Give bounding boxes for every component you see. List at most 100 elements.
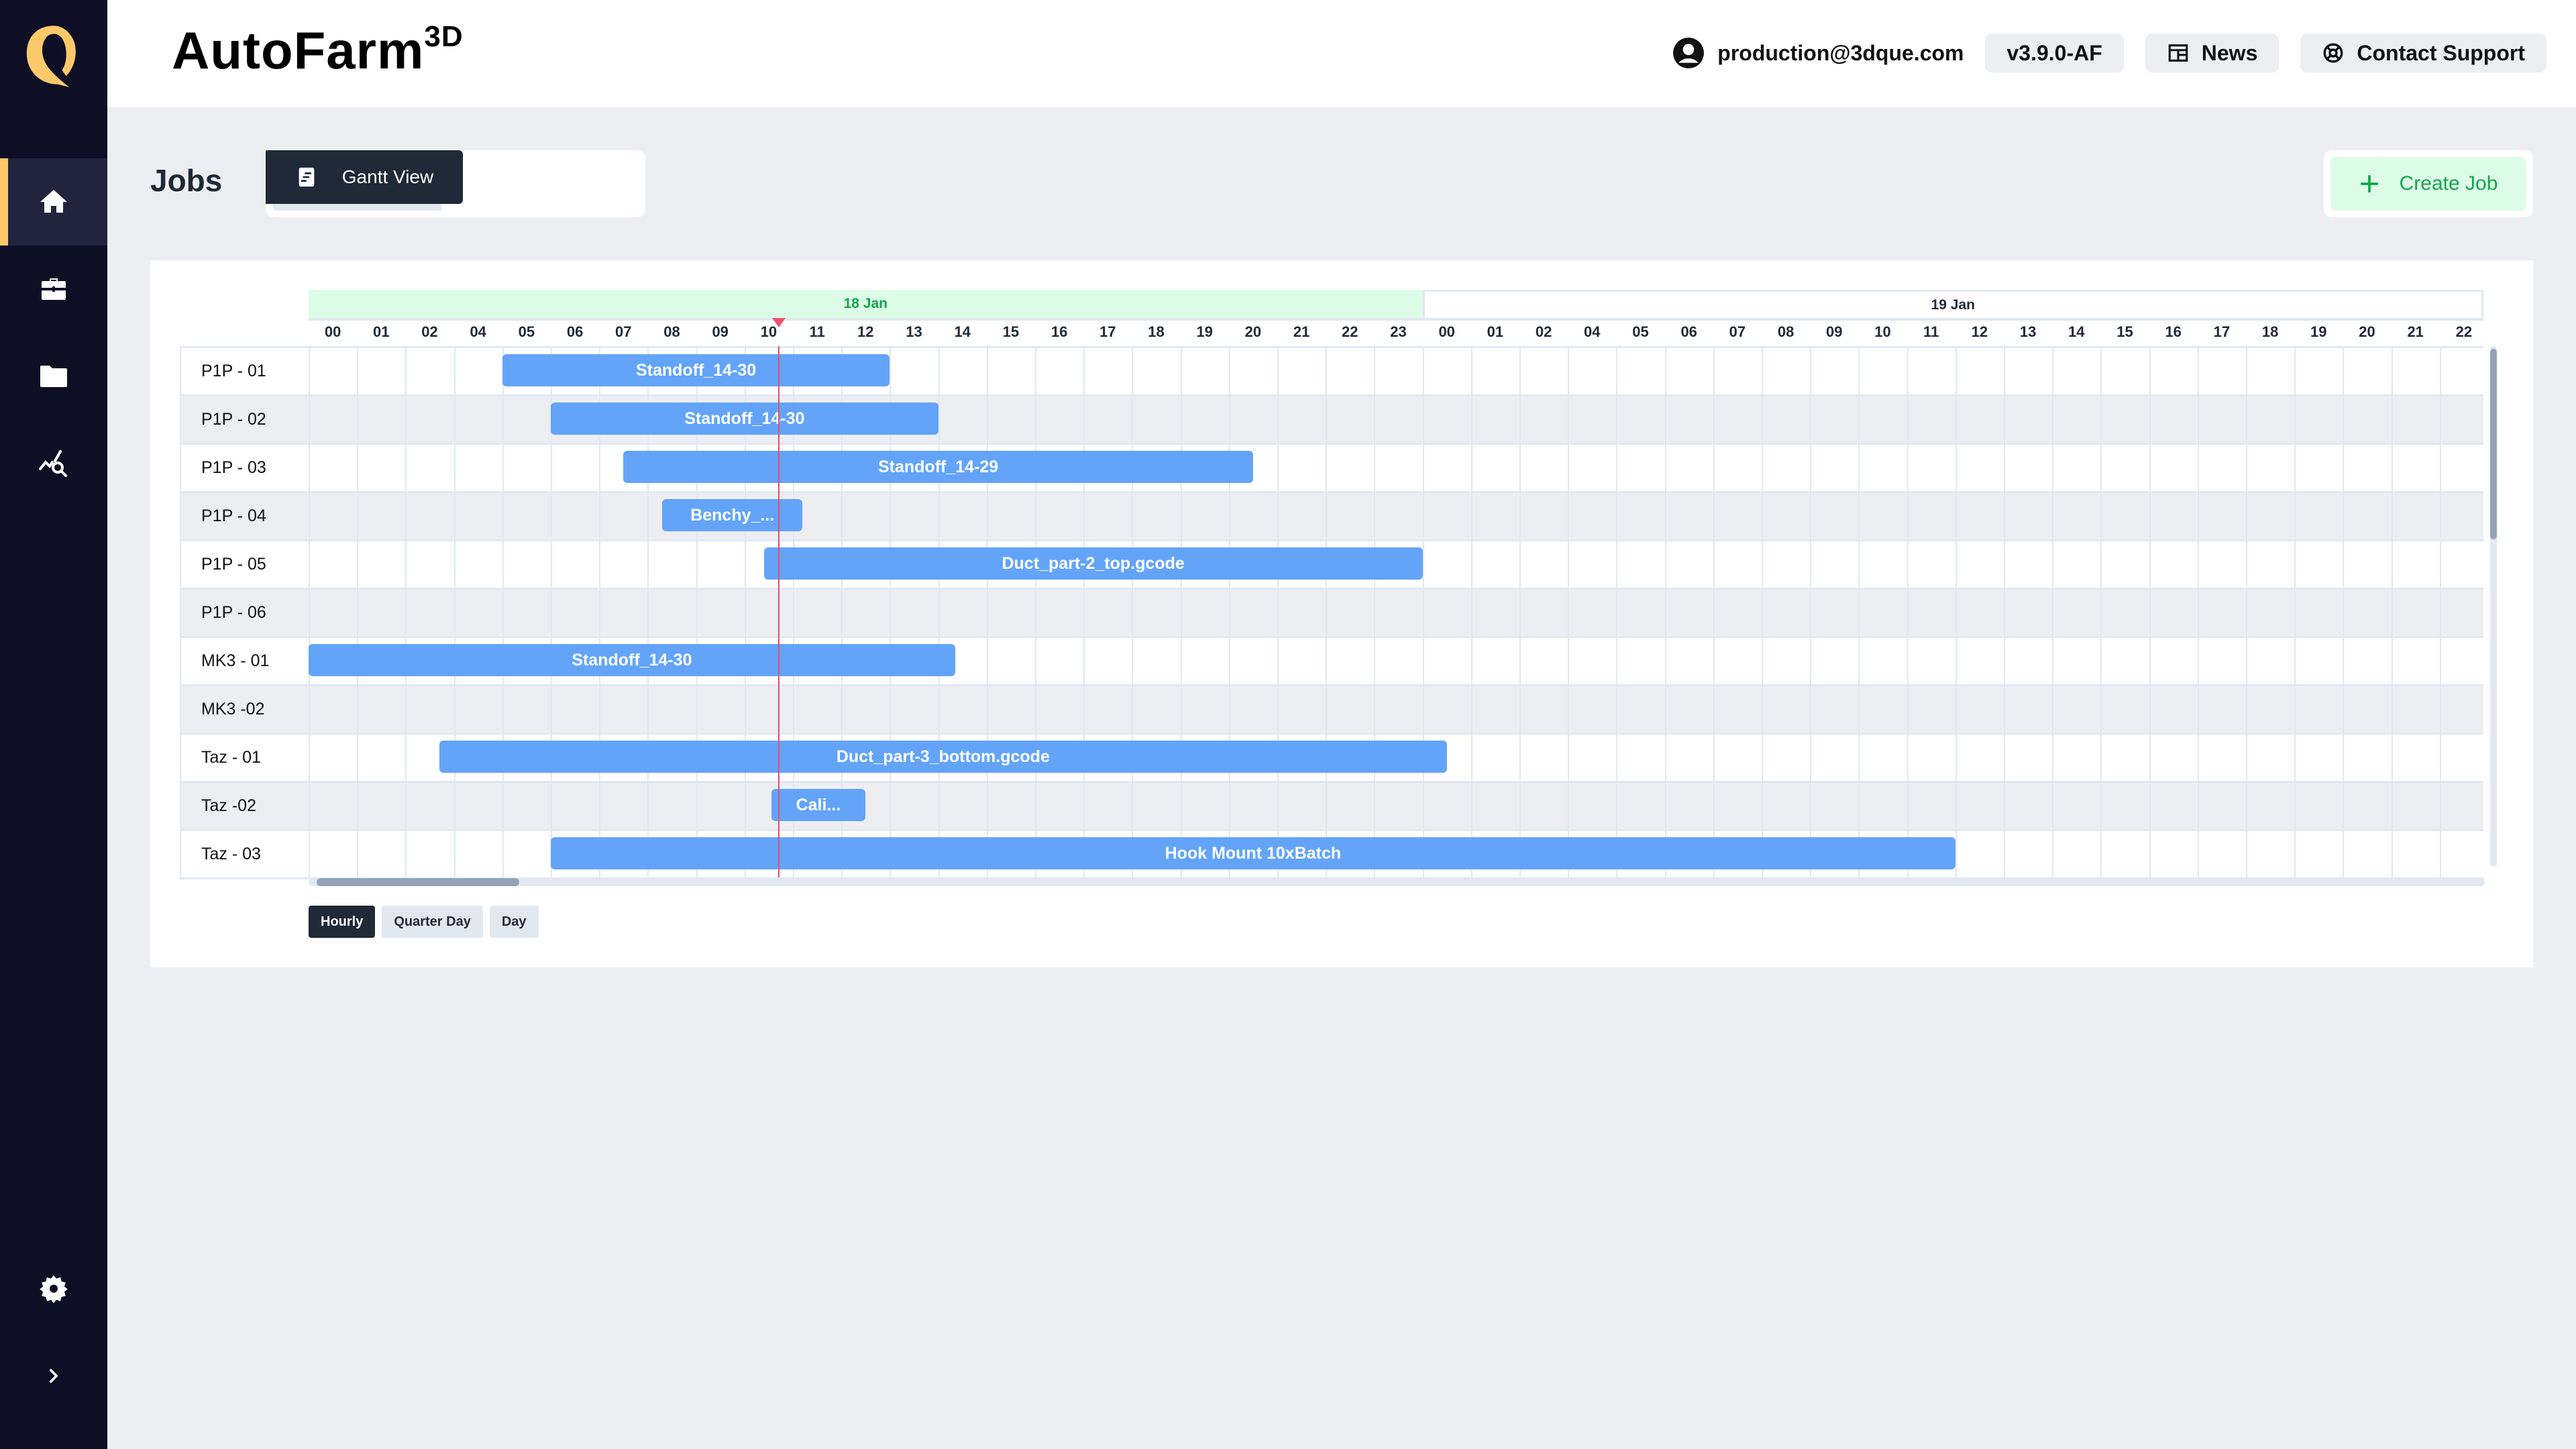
user-icon [1673,38,1705,68]
grid-column-line [1762,346,1763,877]
current-time-line [778,346,780,877]
grid-column-line [2439,346,2441,877]
home-icon [40,190,67,213]
printer-label: MK3 -02 [201,700,265,718]
sidebar-item-home[interactable] [0,158,107,246]
grid-column-line [1616,346,1618,877]
grid-column-line [2004,346,2005,877]
gantt-icon [299,167,315,187]
hour-header-divider [309,318,2483,343]
autofarm-logo[interactable] [19,20,89,90]
sidebar-item-jobs[interactable] [0,246,107,333]
job-bar[interactable]: Duct_part-3_bottom.gcode [439,741,1447,773]
timescale-quarter-day-button[interactable]: Quarter Day [382,906,483,938]
chart-search-icon [39,450,67,477]
vertical-scrollbar[interactable] [2490,346,2497,867]
user-email: production@3dque.com [1717,40,1964,65]
label-column-divider [309,346,310,877]
grid-column-line [453,346,455,877]
horizontal-scrollbar[interactable] [309,878,2485,886]
printer-label: MK3 - 01 [201,651,270,670]
grid-column-line [1858,346,1860,877]
grid-column-line [405,346,407,877]
grid-column-line [1810,346,1812,877]
grid-column-line [1277,346,1279,877]
vertical-scrollbar-thumb[interactable] [2490,349,2497,539]
grid-column-line [2343,346,2345,877]
timescale-day-button[interactable]: Day [489,906,539,938]
grid-column-line [1713,346,1715,877]
app-title-superscript: 3D [424,20,464,53]
sidebar [0,0,107,1449]
grid-column-line [1907,346,1909,877]
job-bar[interactable]: Standoff_14-30 [502,354,890,386]
grid-column-line [2197,346,2199,877]
printer-label: P1P - 06 [201,603,266,622]
app-title: AutoFarm3D [172,20,464,81]
create-job-button[interactable]: Create Job [2330,157,2526,211]
grid-column-line [1422,346,1424,877]
job-bar[interactable]: Benchy_... [662,499,803,531]
grid-column-line [1955,346,1957,877]
grid-column-line [2149,346,2151,877]
news-button[interactable]: News [2145,34,2279,72]
current-time-marker [772,318,786,327]
create-job-label: Create Job [2399,172,2498,195]
printer-row: MK3 -02 [180,684,2483,733]
grid-column-line [2100,346,2102,877]
date-header: 18 Jan [309,290,1423,318]
grid-column-line [2294,346,2296,877]
news-label: News [2201,40,2258,65]
grid-column-line [986,346,988,877]
job-bar[interactable]: Cali... [771,789,866,821]
gantt-view-label: Gantt View [341,166,434,187]
job-bar[interactable]: Hook Mount 10xBatch [551,837,1955,869]
page-title: Jobs [150,163,223,198]
job-bar[interactable]: Standoff_14-30 [551,402,938,435]
grid-column-line [502,346,504,877]
sidebar-item-files[interactable] [0,333,107,420]
printer-row: P1P - 06 [180,588,2483,636]
view-toggle: List View Gantt View [266,150,645,217]
folder-icon [40,366,67,387]
contact-support-button[interactable]: Contact Support [2300,34,2546,72]
gantt-view-button[interactable]: Gantt View [266,150,463,204]
sidebar-item-settings[interactable] [0,1245,107,1332]
job-bar[interactable]: Standoff_14-30 [309,644,955,676]
horizontal-scrollbar-thumb[interactable] [317,878,519,886]
grid-column-line [2391,346,2393,877]
grid-column-line [1228,346,1230,877]
printer-label: P1P - 03 [201,458,266,477]
grid-column-line [1132,346,1134,877]
printer-label: P1P - 02 [201,410,266,429]
grid-column-line [1664,346,1666,877]
version-badge[interactable]: v3.9.0-AF [1985,34,2124,72]
date-header: 19 Jan [1422,290,2483,318]
printer-label: Taz - 01 [201,748,261,767]
briefcase-icon [42,278,66,300]
sidebar-item-analytics[interactable] [0,420,107,507]
timescale-hourly-button[interactable]: Hourly [309,906,376,938]
grid-column-line [1519,346,1521,877]
grid-column-line [357,346,359,877]
printer-label: Taz - 03 [201,845,261,863]
plus-icon [2360,174,2378,193]
printer-row: P1P - 03 [180,443,2483,491]
create-job-wrapper: Create Job [2324,150,2533,217]
timescale-selector: Hourly Quarter Day Day [309,906,539,938]
lifebuoy-icon [2323,43,2343,63]
printer-label: P1P - 01 [201,362,266,380]
grid-column-line [1035,346,1036,877]
job-bar[interactable]: Standoff_14-29 [623,451,1253,483]
gantt-card: 18 Jan 00 01 02 04 05 06 07 08 09 10 11 12 13 14 15 16 17… [150,260,2533,967]
sidebar-expand-button[interactable] [0,1332,107,1419]
grid-column-line [2052,346,2054,877]
printer-row: Taz -02 [180,781,2483,829]
grid-column-line [1180,346,1182,877]
grid-column-line [1374,346,1376,877]
job-bar[interactable]: Duct_part-2_top.gcode [763,547,1423,580]
user-account[interactable]: production@3dque.com [1672,36,1964,70]
printer-label: P1P - 05 [201,555,266,574]
grid-column-line [1083,346,1085,877]
grid-column-line [2246,346,2247,877]
